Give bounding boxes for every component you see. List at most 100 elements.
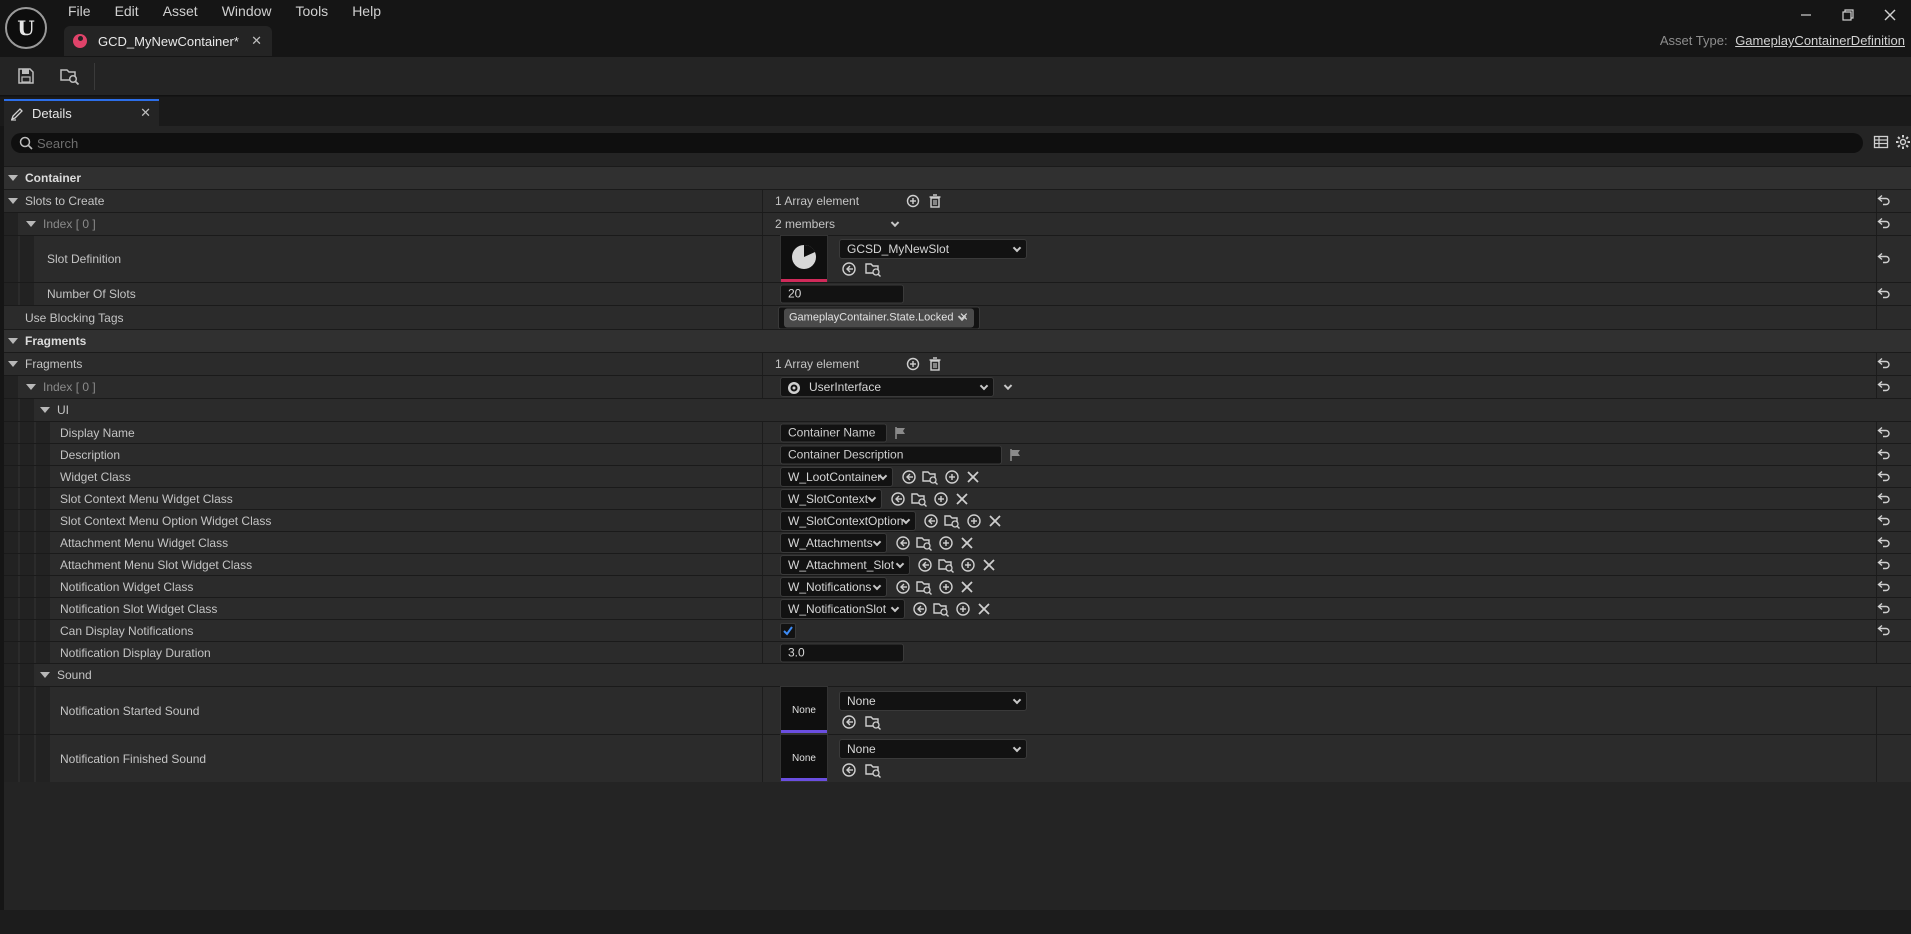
reset-to-default-icon[interactable] (1877, 287, 1891, 302)
localize-flag-icon[interactable] (892, 425, 908, 441)
save-icon[interactable] (14, 65, 38, 87)
reset-to-default-icon[interactable] (1877, 623, 1891, 638)
sound-thumbnail[interactable]: None (780, 734, 828, 782)
create-new-icon[interactable] (938, 535, 954, 551)
asset-picker-combo[interactable]: GCSD_MyNewSlot (839, 239, 1027, 259)
reset-to-default-icon[interactable] (1877, 513, 1891, 528)
browse-icon[interactable] (865, 714, 881, 730)
clear-icon[interactable] (965, 469, 981, 485)
menu-help[interactable]: Help (340, 1, 393, 21)
clear-icon[interactable] (954, 491, 970, 507)
column-splitter[interactable] (762, 687, 763, 734)
use-selected-icon[interactable] (917, 557, 933, 573)
reset-to-default-icon[interactable] (1877, 535, 1891, 550)
menu-tools[interactable]: Tools (284, 1, 341, 21)
column-splitter[interactable] (762, 353, 763, 375)
delete-icon[interactable] (927, 356, 943, 372)
column-splitter[interactable] (762, 510, 763, 531)
create-new-icon[interactable] (944, 469, 960, 485)
clear-icon[interactable] (976, 601, 992, 617)
browse-icon[interactable] (865, 261, 881, 277)
collapse-arrow-icon[interactable] (8, 361, 18, 367)
minimize-icon[interactable] (1785, 0, 1827, 30)
column-splitter[interactable] (762, 598, 763, 619)
use-selected-icon[interactable] (912, 601, 928, 617)
add-element-icon[interactable] (905, 356, 921, 372)
class-picker-combo[interactable]: W_SlotContextOption (780, 510, 916, 531)
use-selected-icon[interactable] (923, 513, 939, 529)
create-new-icon[interactable] (966, 513, 982, 529)
reset-to-default-icon[interactable] (1877, 252, 1891, 267)
search-input[interactable]: Search (11, 133, 1863, 153)
clear-icon[interactable] (981, 557, 997, 573)
create-new-icon[interactable] (938, 579, 954, 595)
unreal-logo[interactable]: U (5, 7, 47, 49)
use-selected-icon[interactable] (841, 762, 857, 778)
clear-icon[interactable] (959, 535, 975, 551)
restore-icon[interactable] (1827, 0, 1869, 30)
sound-picker-combo[interactable]: None (839, 691, 1027, 711)
class-picker-combo[interactable]: W_Attachment_Slot (780, 554, 910, 575)
description-input[interactable]: Container Description (780, 445, 1002, 464)
column-splitter[interactable] (762, 213, 763, 235)
subcategory-ui[interactable]: UI (4, 398, 1911, 421)
category-container[interactable]: Container (4, 166, 1911, 189)
menu-window[interactable]: Window (210, 1, 284, 21)
gameplay-tag-chip[interactable]: GameplayContainer.State.Locked ✕ (784, 308, 974, 327)
subcategory-sound[interactable]: Sound (4, 663, 1911, 686)
column-splitter[interactable] (762, 532, 763, 553)
column-splitter[interactable] (762, 466, 763, 487)
menu-asset[interactable]: Asset (151, 1, 210, 21)
asset-thumbnail[interactable] (780, 235, 828, 283)
column-splitter[interactable] (762, 620, 763, 641)
reset-to-default-icon[interactable] (1877, 194, 1891, 209)
browse-asset-icon[interactable] (58, 65, 82, 87)
create-new-icon[interactable] (955, 601, 971, 617)
browse-icon[interactable] (938, 557, 954, 573)
collapse-arrow-icon[interactable] (8, 198, 18, 204)
details-close-icon[interactable]: ✕ (140, 105, 151, 121)
reset-to-default-icon[interactable] (1877, 447, 1891, 462)
class-picker-combo[interactable]: W_SlotContext (780, 488, 882, 509)
browse-icon[interactable] (865, 762, 881, 778)
class-picker-combo[interactable]: W_NotificationSlot (780, 598, 905, 619)
browse-icon[interactable] (911, 491, 927, 507)
use-selected-icon[interactable] (841, 714, 857, 730)
add-element-icon[interactable] (905, 193, 921, 209)
use-selected-icon[interactable] (841, 261, 857, 277)
column-splitter[interactable] (762, 236, 763, 282)
create-new-icon[interactable] (960, 557, 976, 573)
chevron-down-icon[interactable] (890, 218, 900, 228)
asset-type-link[interactable]: GameplayContainerDefinition (1735, 33, 1905, 48)
collapse-arrow-icon[interactable] (8, 338, 18, 344)
browse-icon[interactable] (944, 513, 960, 529)
duration-input[interactable]: 3.0 (780, 643, 904, 662)
clear-icon[interactable] (987, 513, 1003, 529)
reset-to-default-icon[interactable] (1877, 357, 1891, 372)
reset-to-default-icon[interactable] (1877, 217, 1891, 232)
use-selected-icon[interactable] (890, 491, 906, 507)
number-of-slots-input[interactable]: 20 (780, 284, 904, 304)
reset-to-default-icon[interactable] (1877, 491, 1891, 506)
category-fragments[interactable]: Fragments (4, 329, 1911, 352)
use-selected-icon[interactable] (895, 579, 911, 595)
sound-thumbnail[interactable]: None (780, 686, 828, 734)
can-display-checkbox[interactable] (780, 622, 796, 639)
localize-flag-icon[interactable] (1007, 447, 1023, 463)
class-picker-combo[interactable]: W_LootContainer (780, 466, 893, 487)
delete-icon[interactable] (927, 193, 943, 209)
use-selected-icon[interactable] (901, 469, 917, 485)
collapse-arrow-icon[interactable] (8, 175, 18, 181)
asset-editor-tab[interactable]: GCD_MyNewContainer* ✕ (64, 26, 272, 56)
settings-gear-icon[interactable] (1895, 134, 1911, 150)
browse-icon[interactable] (933, 601, 949, 617)
browse-icon[interactable] (916, 535, 932, 551)
menu-file[interactable]: File (56, 1, 103, 21)
collapse-arrow-icon[interactable] (26, 384, 36, 390)
collapse-arrow-icon[interactable] (40, 672, 50, 678)
column-splitter[interactable] (762, 422, 763, 443)
sound-picker-combo[interactable]: None (839, 739, 1027, 759)
reset-to-default-icon[interactable] (1877, 469, 1891, 484)
class-picker-combo[interactable]: W_Notifications (780, 576, 887, 597)
create-new-icon[interactable] (933, 491, 949, 507)
